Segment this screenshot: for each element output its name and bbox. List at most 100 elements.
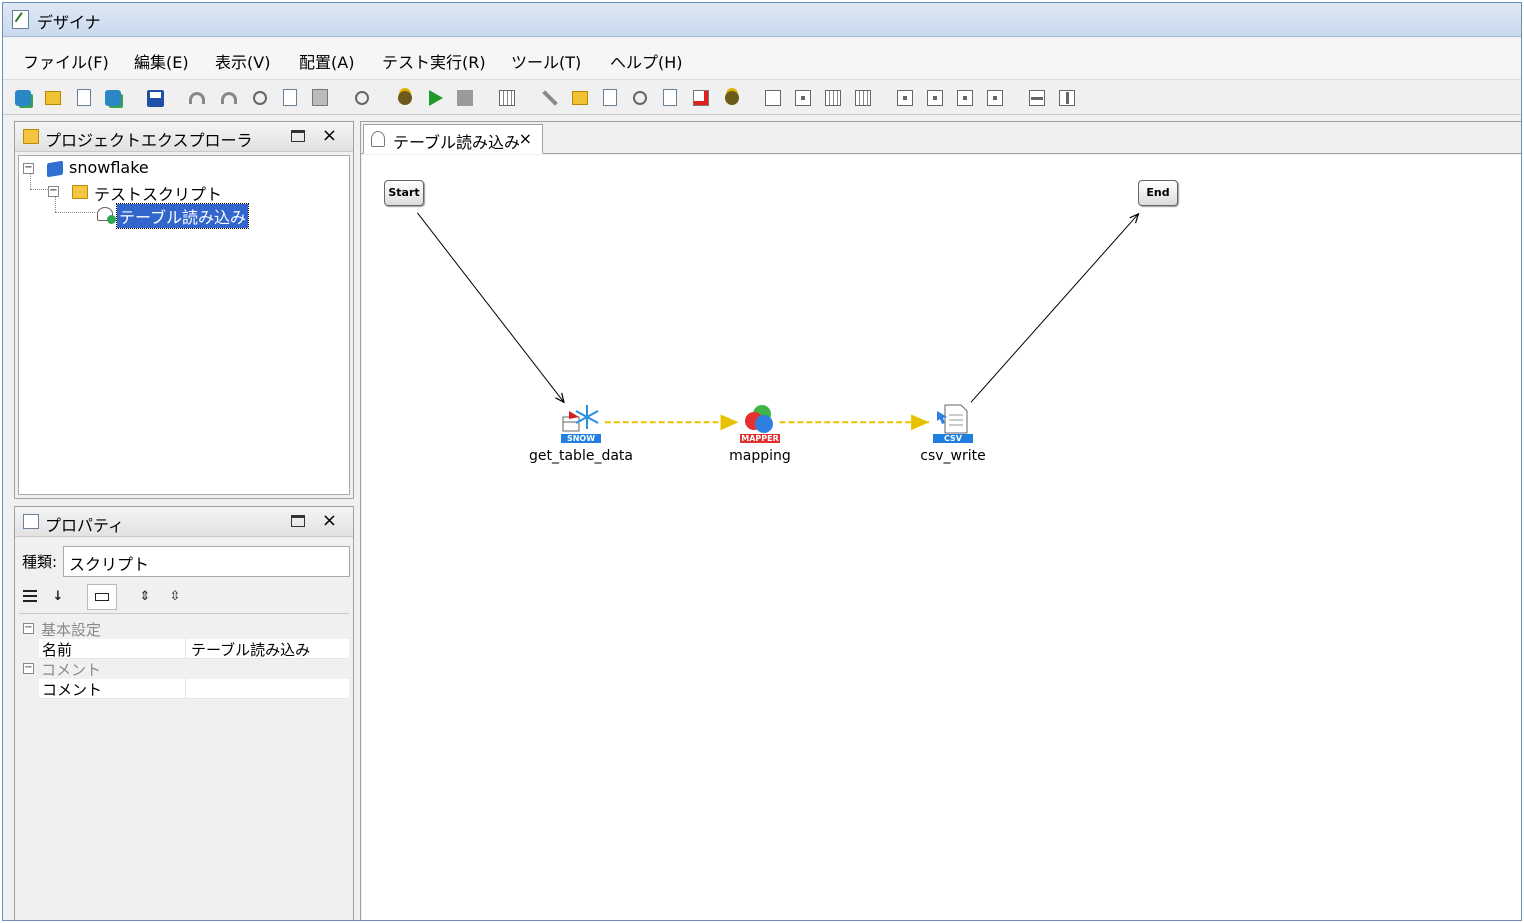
menu-help[interactable]: ヘルプ(H) [610,49,683,73]
new-folder-icon[interactable] [45,91,61,105]
stop-icon[interactable] [457,90,473,106]
tree-label-project: snowflake [69,158,149,177]
link-icon[interactable] [355,91,369,105]
undo-icon[interactable] [189,92,205,104]
tree-label-script: テーブル読み込み [115,203,250,229]
grid-icon[interactable] [499,90,515,106]
align-top-icon[interactable] [957,90,973,106]
node-get-table-data[interactable]: SNOW get_table_data [526,403,636,473]
sort-alpha-icon[interactable]: ↓ [49,588,67,606]
align-grid-icon[interactable] [825,90,841,106]
tree-item-script[interactable]: テーブル読み込み [97,203,297,229]
category-basic[interactable]: − 基本設定 [19,619,349,639]
menu-test-run[interactable]: テスト実行(R) [382,49,486,73]
tree-item-folder[interactable]: − テストスクリプト [48,181,298,204]
menu-file[interactable]: ファイル(F) [23,49,109,73]
folder-icon [23,129,39,144]
kind-row: 種類: スクリプト [19,545,350,579]
align-left-icon[interactable] [897,90,913,106]
script-icon [371,131,385,147]
toolbar [3,81,1521,115]
tab-close-icon[interactable]: × [519,129,532,148]
node-csv-write[interactable]: CSV csv_write [898,403,1008,473]
restore-icon[interactable] [291,515,305,527]
tree-item-project[interactable]: − snowflake [23,158,273,180]
project-explorer-title: プロジェクトエクスプローラ [45,131,253,150]
search-icon[interactable] [633,91,647,105]
document-icon[interactable] [603,89,617,106]
restore-icon[interactable] [291,130,305,142]
project-book-icon [47,160,63,178]
align-bottom-icon[interactable] [987,90,1003,106]
close-icon[interactable]: × [322,510,337,531]
menu-view[interactable]: 表示(V) [215,49,270,73]
menu-edit[interactable]: 編集(E) [134,49,189,73]
design-canvas[interactable]: Start End SNOW get_table_data MAPPER map… [362,155,1521,920]
collapse-toggle[interactable]: − [23,163,34,174]
notepad-icon [12,10,29,29]
same-width-icon[interactable] [1029,90,1045,106]
start-node[interactable]: Start [384,180,424,206]
tab-script[interactable]: テーブル読み込み × [363,124,543,154]
close-icon[interactable]: × [322,125,337,146]
property-row-comment[interactable]: コメント [39,679,349,699]
project-explorer-header: プロジェクトエクスプローラ × [15,122,353,152]
node-badge: SNOW [561,434,601,443]
node-mapping[interactable]: MAPPER mapping [705,403,815,473]
designer-window: デザイナ ファイル(F) 編集(E) 表示(V) 配置(A) テスト実行(R) … [2,2,1522,921]
flow-links [416,212,1521,431]
property-grid: − 基本設定 名前 テーブル読み込み − コメント コメント [19,617,349,920]
save-icon[interactable] [147,90,164,107]
categorized-icon[interactable] [21,588,39,606]
script-check-icon [97,207,116,224]
collapse-toggle[interactable]: − [48,186,59,197]
collapse-toggle[interactable]: − [23,623,34,634]
expand-all-icon[interactable]: ⇕ [136,588,154,606]
align-right-icon[interactable] [927,90,943,106]
node-badge: MAPPER [740,434,780,443]
new-script-icon[interactable] [77,89,91,106]
run-icon[interactable] [429,90,443,106]
wrench-icon[interactable] [542,90,558,106]
node-label: mapping [729,448,791,464]
tab-label: テーブル読み込み [393,133,521,152]
title-bar: デザイナ [3,3,1521,37]
csv-document-icon: CSV [933,403,973,443]
open-folder-icon[interactable] [572,91,588,105]
align-center-icon[interactable] [795,90,811,106]
folder-icon [72,185,88,199]
copy-icon[interactable] [283,89,297,106]
cut-icon[interactable] [253,91,267,105]
align-columns-icon[interactable] [855,90,871,106]
list-icon[interactable] [663,89,677,106]
category-label: コメント [41,661,102,679]
collapse-toggle[interactable]: − [23,663,34,674]
node-badge: CSV [933,434,973,443]
debug-icon[interactable] [398,91,412,105]
paste-icon[interactable] [312,89,328,106]
properties-title: プロパティ [45,516,125,535]
menu-arrange[interactable]: 配置(A) [299,49,354,73]
project-tree: − snowflake − テストスクリプト テーブル読み込み [18,155,350,495]
menu-tools[interactable]: ツール(T) [511,49,581,73]
properties-icon [23,514,39,529]
property-value[interactable]: テーブル読み込み [191,639,310,660]
collapse-all-icon[interactable]: ⇳ [166,588,184,606]
align-box-icon[interactable] [765,90,781,106]
property-row-name[interactable]: 名前 テーブル読み込み [39,639,349,659]
window-title: デザイナ [37,13,101,32]
same-height-icon[interactable] [1059,90,1075,106]
new-component-icon[interactable] [105,90,121,106]
property-name: コメント [42,679,186,699]
snowflake-icon: SNOW [561,403,601,443]
property-pages-icon[interactable] [87,584,117,610]
properties-header: プロパティ × [15,507,353,537]
category-comment[interactable]: − コメント [19,659,349,679]
delete-icon[interactable] [693,90,709,106]
node-label: get_table_data [529,448,633,464]
new-project-icon[interactable] [15,90,31,106]
kind-label: 種類: [22,553,58,571]
end-node[interactable]: End [1138,180,1178,206]
redo-icon[interactable] [221,92,237,104]
breakpoint-icon[interactable] [725,91,739,105]
